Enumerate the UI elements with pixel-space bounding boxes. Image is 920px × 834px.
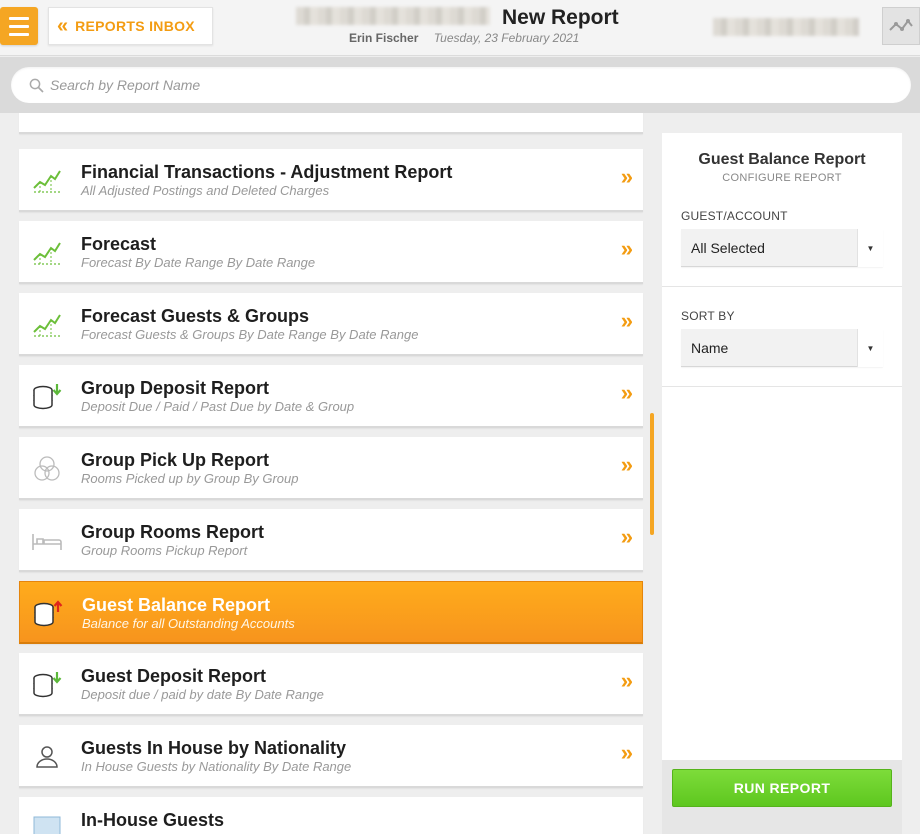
activity-button[interactable] — [882, 7, 920, 45]
trend-chart-icon — [31, 237, 63, 269]
double-chevron-right-icon: » — [620, 740, 633, 765]
circles-icon — [31, 453, 63, 485]
caret-down-icon: ▼ — [857, 229, 883, 267]
panel-subtitle: CONFIGURE REPORT — [722, 172, 842, 184]
guest-account-label: GUEST/ACCOUNT — [681, 209, 788, 223]
report-title: Group Deposit Report — [81, 378, 269, 398]
user-date-line: Erin Fischer Tuesday, 23 February 2021 — [349, 31, 579, 45]
double-chevron-right-icon: » — [620, 164, 633, 189]
double-chevron-left-icon: « — [57, 15, 68, 37]
hamburger-icon — [9, 16, 29, 20]
configure-panel: Guest Balance Report CONFIGURE REPORT GU… — [662, 133, 902, 834]
reports-inbox-label: REPORTS INBOX — [75, 18, 195, 34]
panel-title: Guest Balance Report — [698, 151, 866, 168]
redacted-property-name — [296, 7, 490, 25]
report-title: Group Pick Up Report — [81, 450, 270, 470]
report-subtitle: Deposit Due / Paid / Past Due by Date & … — [81, 399, 355, 414]
reports-inbox-button[interactable]: « REPORTS INBOX — [48, 7, 213, 45]
hamburger-menu-button[interactable] — [0, 7, 38, 45]
sort-by-select[interactable]: Name ▼ — [681, 329, 883, 367]
trend-chart-icon — [31, 165, 63, 197]
guest-account-value: All Selected — [691, 240, 765, 256]
double-chevron-right-icon: » — [620, 668, 633, 693]
report-row-guest-balance[interactable]: Guest Balance Report Balance for all Out… — [19, 581, 643, 644]
report-row-group-pick-up[interactable]: Group Pick Up Report Rooms Picked up by … — [19, 437, 643, 500]
sort-by-label: SORT BY — [681, 309, 735, 323]
coins-down-icon — [31, 669, 63, 701]
report-subtitle: In House Guests by Nationality By Date R… — [81, 759, 352, 774]
report-subtitle: Forecast Guests & Groups By Date Range B… — [81, 327, 419, 342]
report-row-group-rooms[interactable]: Group Rooms Report Group Rooms Pickup Re… — [19, 509, 643, 572]
report-row-guests-in-house-nationality[interactable]: Guests In House by Nationality In House … — [19, 725, 643, 788]
report-subtitle: Balance for all Outstanding Accounts — [82, 616, 295, 631]
report-subtitle: Group Rooms Pickup Report — [81, 543, 248, 558]
double-chevron-right-icon: » — [620, 236, 633, 261]
divider — [662, 386, 902, 387]
report-row-forecast-guests-groups[interactable]: Forecast Guests & Groups Forecast Guests… — [19, 293, 643, 356]
double-chevron-right-icon: » — [620, 524, 633, 549]
current-date: Tuesday, 23 February 2021 — [433, 31, 580, 45]
redacted-info — [713, 18, 859, 36]
search-icon — [29, 78, 44, 93]
report-row-forecast[interactable]: Forecast Forecast By Date Range By Date … — [19, 221, 643, 284]
double-chevron-right-icon: » — [620, 452, 633, 477]
search-input[interactable] — [50, 77, 750, 93]
report-title: Financial Transactions - Adjustment Repo… — [81, 162, 453, 182]
report-subtitle: All Adjusted Postings and Deleted Charge… — [81, 183, 330, 198]
double-chevron-right-icon: » — [620, 308, 633, 333]
activity-graph-icon — [889, 19, 913, 31]
divider — [662, 286, 902, 287]
search-box[interactable] — [11, 67, 911, 103]
guest-account-select[interactable]: All Selected ▼ — [681, 229, 883, 267]
report-title: Group Rooms Report — [81, 522, 264, 542]
sort-by-value: Name — [691, 340, 729, 356]
report-title: Forecast — [81, 234, 157, 254]
card-icon — [31, 811, 63, 834]
coins-up-icon — [32, 598, 64, 630]
report-subtitle: Forecast By Date Range By Date Range — [81, 255, 316, 270]
report-row-guest-deposit[interactable]: Guest Deposit Report Deposit due / paid … — [19, 653, 643, 716]
report-list: Financial Transactions - Adjustment Repo… — [0, 113, 660, 834]
bed-icon — [31, 525, 63, 557]
report-row-group-deposit[interactable]: Group Deposit Report Deposit Due / Paid … — [19, 365, 643, 428]
list-scrollbar[interactable] — [650, 413, 654, 535]
report-title: Forecast Guests & Groups — [81, 306, 310, 326]
report-subtitle: Rooms Picked up by Group By Group — [81, 471, 299, 486]
user-name: Erin Fischer — [349, 31, 419, 45]
run-report-area: RUN REPORT — [662, 760, 902, 834]
person-icon — [31, 741, 63, 773]
report-title: Guests In House by Nationality — [81, 738, 347, 758]
caret-down-icon: ▼ — [857, 329, 883, 367]
coins-down-icon — [31, 381, 63, 413]
top-bar: « REPORTS INBOX New Report Erin Fischer … — [0, 0, 920, 56]
report-row-in-house-guests[interactable]: In-House Guests — [19, 797, 643, 834]
trend-chart-icon — [31, 309, 63, 341]
page-title: New Report — [502, 6, 619, 29]
report-title: Guest Deposit Report — [81, 666, 267, 686]
report-row-partial[interactable] — [19, 113, 643, 134]
report-title: Guest Balance Report — [82, 595, 271, 615]
report-row-financial-transactions[interactable]: Financial Transactions - Adjustment Repo… — [19, 149, 643, 212]
double-chevron-right-icon: » — [620, 380, 633, 405]
run-report-button[interactable]: RUN REPORT — [672, 769, 892, 807]
report-subtitle: Deposit due / paid by date By Date Range — [81, 687, 324, 702]
report-title: In-House Guests — [81, 810, 225, 830]
search-bar — [0, 57, 920, 113]
